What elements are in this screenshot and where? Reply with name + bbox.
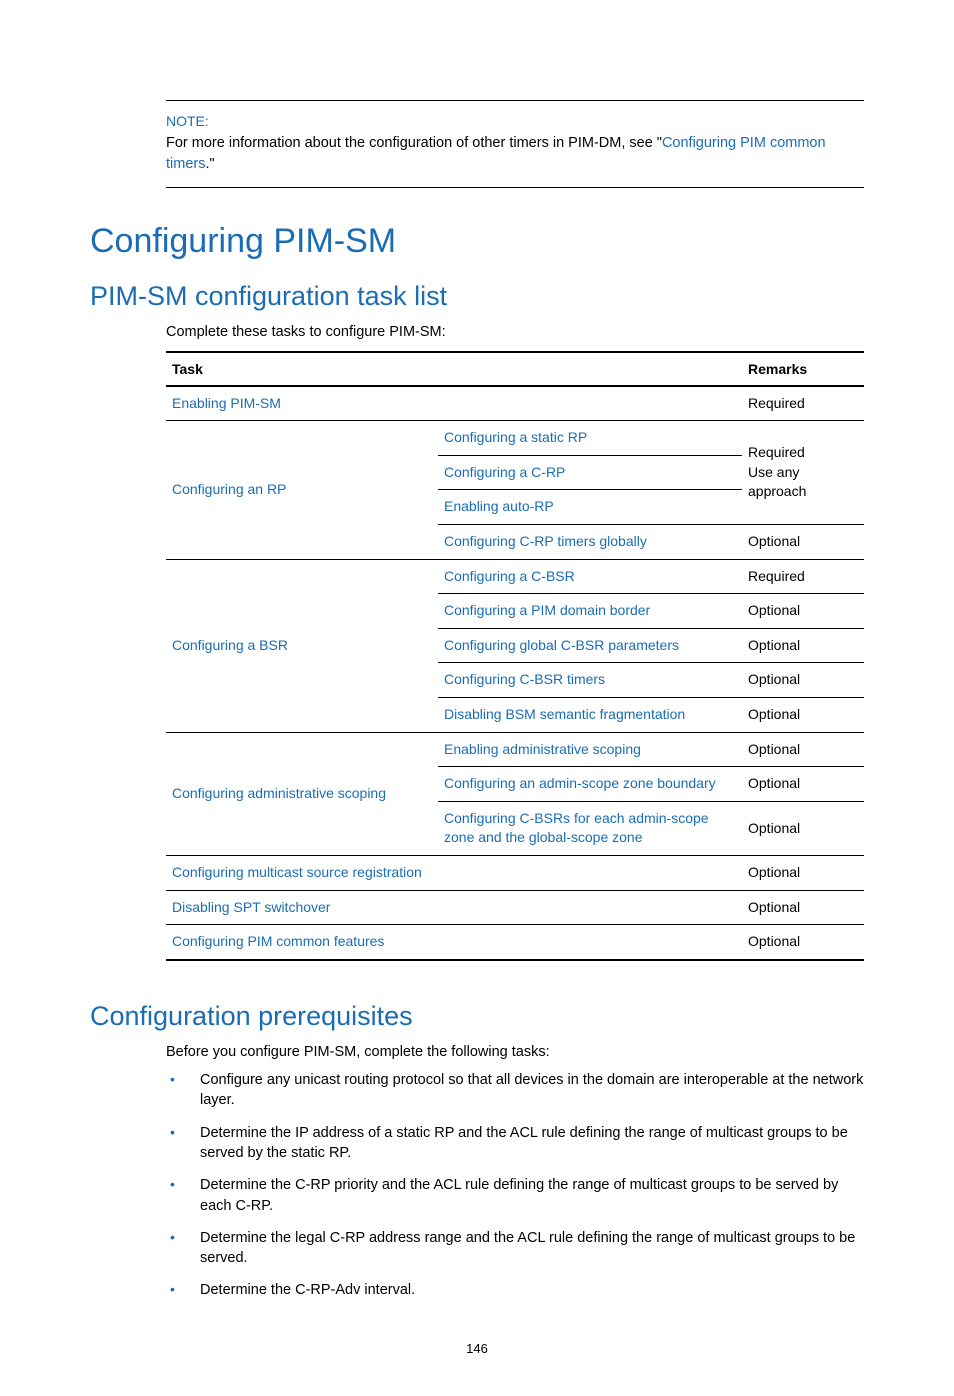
heading-configuring-pim-sm: Configuring PIM-SM [90, 222, 864, 261]
remark: Required Use any approach [742, 421, 864, 525]
remark: Required [742, 386, 864, 421]
link-bsm-frag[interactable]: Disabling BSM semantic fragmentation [444, 706, 685, 722]
heading-task-list: PIM-SM configuration task list [90, 281, 864, 312]
list-item: Determine the C-RP-Adv interval. [166, 1280, 864, 1300]
remark: Optional [742, 628, 864, 663]
link-pim-domain-border[interactable]: Configuring a PIM domain border [444, 602, 650, 618]
page-number: 146 [90, 1341, 864, 1356]
remark: Optional [742, 767, 864, 802]
list-item: Configure any unicast routing protocol s… [166, 1070, 864, 1111]
remark: Optional [742, 525, 864, 560]
note-box: NOTE: For more information about the con… [166, 100, 864, 188]
link-auto-rp[interactable]: Enabling auto-RP [444, 498, 554, 514]
link-static-rp[interactable]: Configuring a static RP [444, 429, 587, 445]
link-admin-scoping[interactable]: Configuring administrative scoping [172, 785, 386, 801]
remark: Optional [742, 801, 864, 855]
heading-prerequisites: Configuration prerequisites [90, 1001, 864, 1032]
remark: Optional [742, 890, 864, 925]
remark: Optional [742, 732, 864, 767]
remark: Optional [742, 697, 864, 732]
link-configuring-bsr[interactable]: Configuring a BSR [172, 637, 288, 653]
link-cbsr-timers[interactable]: Configuring C-BSR timers [444, 671, 605, 687]
list-item: Determine the C-RP priority and the ACL … [166, 1175, 864, 1216]
link-configuring-rp[interactable]: Configuring an RP [172, 481, 286, 497]
remark: Required [742, 559, 864, 594]
remark: Optional [742, 855, 864, 890]
remark: Optional [742, 594, 864, 629]
link-global-cbsr[interactable]: Configuring global C-BSR parameters [444, 637, 679, 653]
link-multicast-source-reg[interactable]: Configuring multicast source registratio… [172, 864, 422, 880]
list-item: Determine the legal C-RP address range a… [166, 1228, 864, 1269]
link-admin-zone-boundary[interactable]: Configuring an admin-scope zone boundary [444, 775, 716, 791]
note-text: For more information about the configura… [166, 133, 864, 175]
col-remarks: Remarks [742, 352, 864, 386]
note-label: NOTE: [166, 111, 864, 131]
link-enable-admin-scoping[interactable]: Enabling administrative scoping [444, 741, 641, 757]
link-pim-common-features[interactable]: Configuring PIM common features [172, 933, 384, 949]
tasklist-intro: Complete these tasks to configure PIM-SM… [166, 322, 864, 342]
link-enabling-pim-sm[interactable]: Enabling PIM-SM [172, 395, 281, 411]
link-crp-timers[interactable]: Configuring C-RP timers globally [444, 533, 647, 549]
remark: Optional [742, 925, 864, 960]
col-task: Task [166, 352, 742, 386]
link-spt-switchover[interactable]: Disabling SPT switchover [172, 899, 330, 915]
prereq-list: Configure any unicast routing protocol s… [166, 1070, 864, 1301]
list-item: Determine the IP address of a static RP … [166, 1123, 864, 1164]
prereq-intro: Before you configure PIM-SM, complete th… [166, 1042, 864, 1062]
link-c-rp[interactable]: Configuring a C-RP [444, 464, 565, 480]
link-cbsrs-zone[interactable]: Configuring C-BSRs for each admin-scope … [444, 810, 709, 846]
task-table: Task Remarks Enabling PIM-SM Required Co… [166, 351, 864, 961]
remark: Optional [742, 663, 864, 698]
link-c-bsr[interactable]: Configuring a C-BSR [444, 568, 575, 584]
